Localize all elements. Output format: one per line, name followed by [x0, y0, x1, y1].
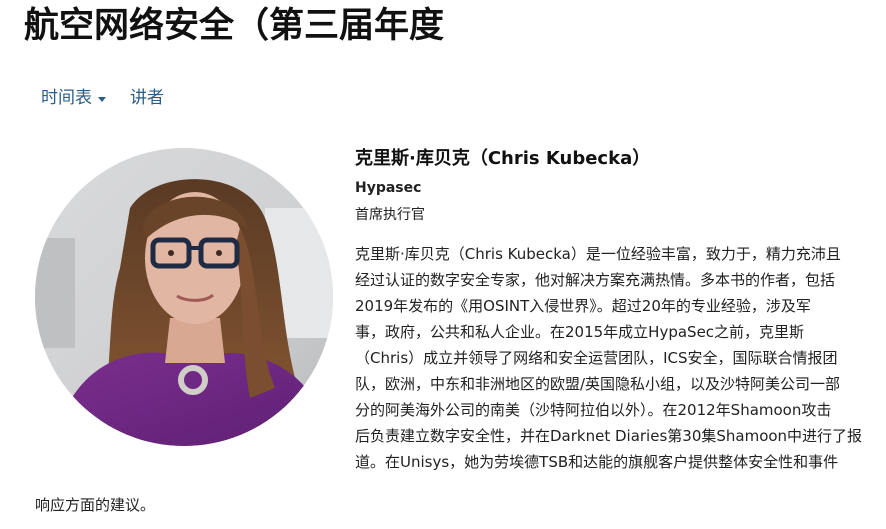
schedule-label[interactable]: 时间表: [41, 86, 92, 110]
speaker-photo-image: [35, 148, 333, 446]
speaker-photo: [35, 148, 333, 446]
speakers-label[interactable]: 讲者: [130, 86, 164, 110]
speaker-bio-line: （Chris）成立并领导了网络和安全运营团队，ICS安全，国际联合情报团: [355, 349, 838, 367]
speaker-bio-line: 队，欧洲，中东和非洲地区的欧盟/英国隐私小组，以及沙特阿美公司一部: [355, 375, 841, 393]
page-title: 航空网络安全（第三届年度: [24, 6, 445, 46]
speakers-link[interactable]: 讲者: [130, 86, 164, 110]
speaker-role: 首席执行官: [355, 207, 425, 223]
speaker-bio-line: 事，政府，公共和私人企业。在2015年成立HypaSec之前，克里斯: [355, 323, 805, 341]
speaker-bio-line: 2019年发布的《用OSINT入侵世界》。超过20年的专业经验，涉及军: [355, 297, 811, 315]
speaker-bio-line: 分的阿美海外公司的南美（沙特阿拉伯以外）。在2012年Shamoon攻击: [355, 401, 832, 419]
schedule-dropdown[interactable]: 时间表: [41, 86, 106, 110]
speaker-name: 克里斯·库贝克（Chris Kubecka）: [355, 148, 651, 169]
speaker-bio-line: 响应方面的建议。: [35, 496, 156, 514]
page-nav: 时间表 讲者: [41, 86, 164, 110]
chevron-down-icon[interactable]: [98, 96, 106, 102]
speaker-bio-line: 经过认证的数字安全专家，他对解决方案充满热情。多本书的作者，包括: [355, 271, 836, 289]
speaker-bio-line: 后负责建立数字安全性，并在Darknet Diaries第30集Shamoon中…: [355, 427, 863, 445]
speaker-bio-line: 道。在Unisys，她为劳埃德TSB和达能的旗舰客户提供整体安全性和事件: [355, 453, 839, 471]
speaker-company: Hypasec: [355, 180, 422, 196]
speaker-bio-line: 克里斯·库贝克（Chris Kubecka）是一位经验丰富，致力于，精力充沛且: [355, 245, 841, 263]
